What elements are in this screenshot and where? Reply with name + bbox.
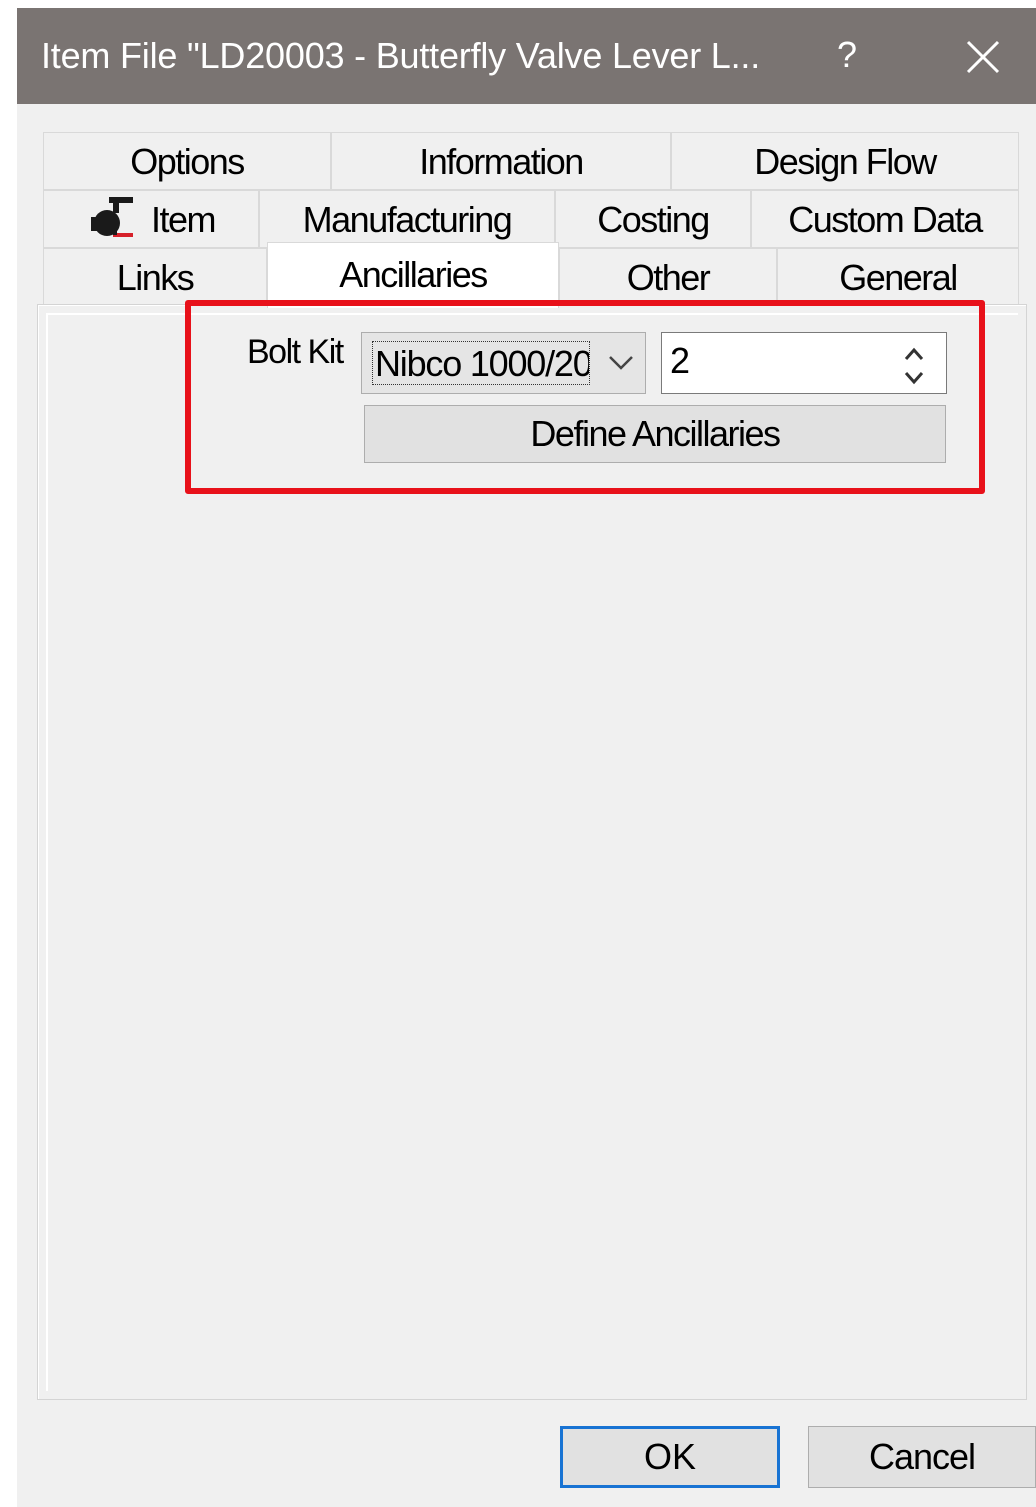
title-bar[interactable]: Item File "LD20003 - Butterfly Valve Lev… xyxy=(17,8,1036,104)
tab-general[interactable]: General xyxy=(777,248,1019,306)
tab-label: Custom Data xyxy=(788,199,983,241)
red-highlight-box xyxy=(185,300,985,494)
cancel-button[interactable]: Cancel xyxy=(808,1426,1036,1488)
window-title: Item File "LD20003 - Butterfly Valve Lev… xyxy=(41,35,761,76)
valve-icon xyxy=(90,197,133,238)
tab-label: Costing xyxy=(597,199,710,241)
tab-manufacturing[interactable]: Manufacturing xyxy=(259,190,555,248)
tab-item[interactable]: Item xyxy=(43,190,259,248)
tab-label: General xyxy=(839,257,958,299)
help-button[interactable]: ? xyxy=(822,30,872,80)
close-icon xyxy=(966,40,1000,74)
tab-links[interactable]: Links xyxy=(43,248,267,306)
tab-options[interactable]: Options xyxy=(43,132,331,190)
tab-ancillaries[interactable]: Ancillaries xyxy=(267,242,559,308)
tab-design-flow[interactable]: Design Flow xyxy=(671,132,1019,190)
tab-label: Other xyxy=(626,257,711,299)
tab-costing[interactable]: Costing xyxy=(555,190,751,248)
tab-label: Information xyxy=(419,141,584,183)
tab-label: Item xyxy=(150,199,217,241)
tab-label: Design Flow xyxy=(754,141,937,183)
tab-label: Ancillaries xyxy=(339,254,488,296)
ok-button[interactable]: OK xyxy=(560,1426,780,1488)
tab-information[interactable]: Information xyxy=(331,132,671,190)
close-button[interactable] xyxy=(952,32,1012,82)
tab-label: Options xyxy=(130,141,245,183)
tab-custom-data[interactable]: Custom Data xyxy=(751,190,1019,248)
item-file-dialog: Item File "LD20003 - Butterfly Valve Lev… xyxy=(17,8,1036,1507)
tab-other[interactable]: Other xyxy=(559,248,777,306)
tab-label: Manufacturing xyxy=(302,199,513,241)
tab-label: Links xyxy=(116,257,195,299)
